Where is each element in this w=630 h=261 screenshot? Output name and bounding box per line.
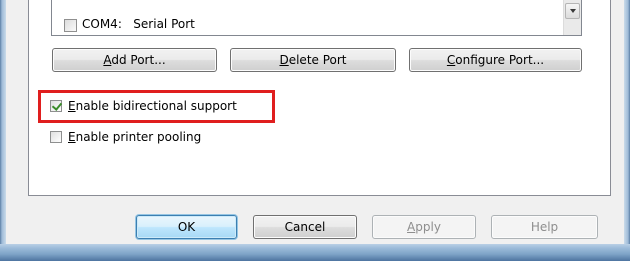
apply-button[interactable]: Apply: [372, 215, 476, 239]
pooling-label[interactable]: Enable printer pooling: [68, 129, 201, 145]
cancel-label: Cancel: [284, 220, 326, 234]
delete-port-mnemonic: D: [279, 53, 289, 67]
port-label: COM4: Serial Port: [82, 17, 195, 31]
window-frame-right: [624, 0, 630, 245]
cancel-button[interactable]: Cancel: [253, 215, 357, 239]
configure-port-label: onfigure Port...: [455, 53, 545, 67]
add-port-label: dd Port...: [111, 53, 166, 67]
ok-label: OK: [177, 220, 196, 234]
delete-port-button[interactable]: Delete Port: [230, 48, 396, 72]
pooling-checkbox[interactable]: [50, 131, 62, 143]
bidirectional-checkbox[interactable]: [50, 100, 62, 112]
port-row[interactable]: COM4: Serial Port: [64, 10, 554, 32]
chevron-down-icon: [570, 9, 576, 13]
help-button[interactable]: Help: [491, 215, 598, 239]
scroll-down-button[interactable]: [565, 3, 580, 19]
port-checkbox[interactable]: [64, 19, 77, 32]
configure-port-button[interactable]: Configure Port...: [409, 48, 582, 72]
ok-button[interactable]: OK: [136, 215, 237, 239]
window-frame-bottom: [0, 244, 630, 261]
apply-label: pply: [415, 220, 441, 234]
port-list-scrollbar[interactable]: [563, 0, 581, 35]
add-port-button[interactable]: Add Port...: [52, 48, 217, 72]
port-list[interactable]: COM4: Serial Port: [51, 0, 582, 36]
delete-port-label: elete Port: [288, 53, 347, 67]
help-label: Help: [530, 220, 559, 234]
bidirectional-label[interactable]: Enable bidirectional support: [68, 98, 237, 114]
